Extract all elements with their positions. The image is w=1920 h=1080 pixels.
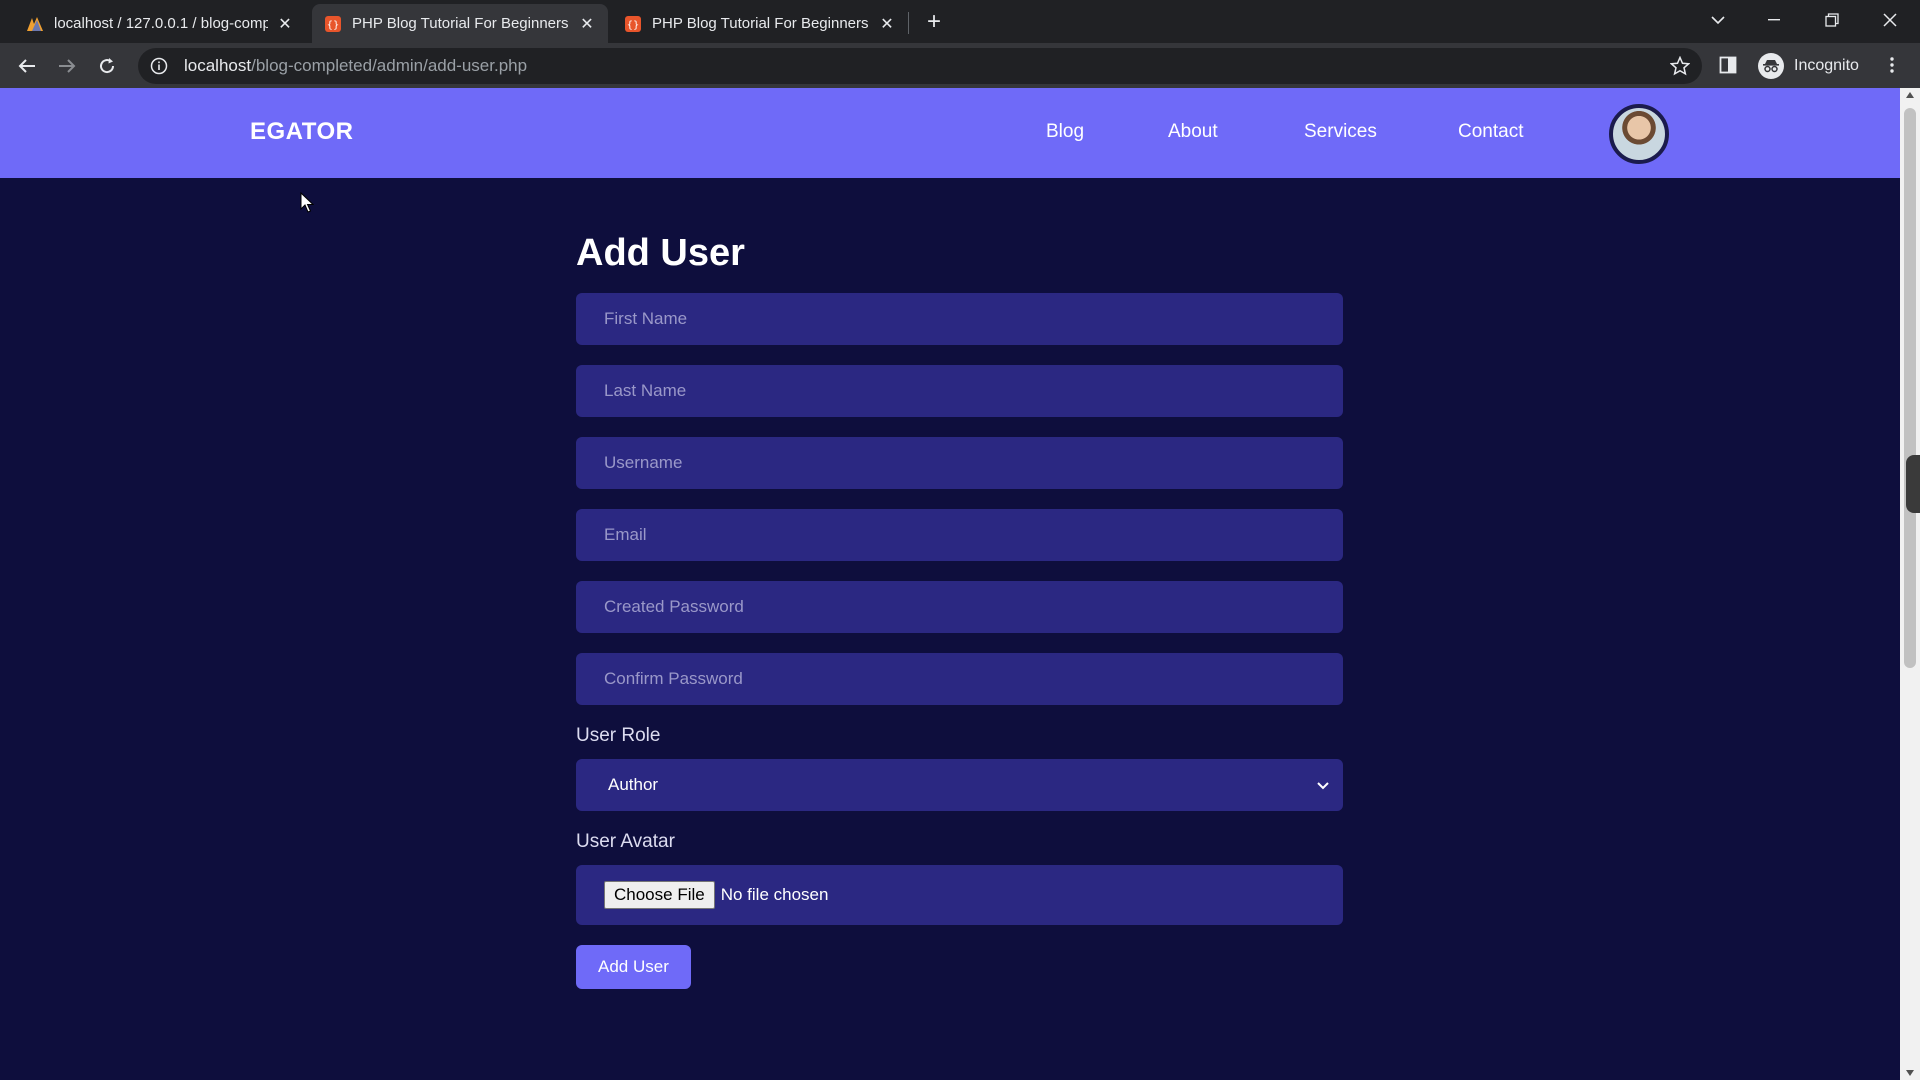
user-avatar-label: User Avatar	[576, 831, 675, 852]
browser-tab-blog-active[interactable]: {} PHP Blog Tutorial For Beginners ✕	[312, 4, 608, 43]
minimize-icon[interactable]	[1746, 0, 1802, 40]
menu-kebab-icon[interactable]	[1880, 53, 1904, 77]
svg-text:{}: {}	[327, 20, 340, 31]
reload-icon[interactable]	[92, 51, 122, 81]
chevron-down-icon	[1317, 782, 1329, 790]
scroll-down-icon[interactable]	[1906, 1070, 1914, 1076]
restore-icon[interactable]	[1804, 0, 1860, 40]
tab-title: PHP Blog Tutorial For Beginners	[352, 15, 569, 32]
add-user-form: Add User First Name Last Name Username E…	[576, 232, 1343, 989]
browser-toolbar: localhost/blog-completed/admin/add-user.…	[0, 43, 1920, 88]
svg-text:{}: {}	[627, 20, 640, 31]
page-scrollbar[interactable]	[1900, 88, 1920, 1080]
user-role-value: Author	[608, 775, 659, 794]
tab-divider	[908, 12, 909, 34]
url-path: /blog-completed/admin/add-user.php	[251, 56, 528, 75]
nav-link-contact[interactable]: Contact	[1458, 121, 1523, 143]
bookmark-star-icon[interactable]	[1669, 55, 1691, 76]
nav-link-services[interactable]: Services	[1304, 121, 1377, 143]
add-user-button[interactable]: Add User	[576, 945, 691, 989]
incognito-indicator[interactable]: Incognito	[1752, 49, 1873, 82]
site-logo[interactable]: EGATOR	[250, 118, 353, 146]
user-role-label: User Role	[576, 725, 661, 746]
url-host: localhost	[184, 56, 252, 75]
new-tab-icon[interactable]: +	[920, 8, 948, 36]
html-icon: {}	[624, 15, 642, 33]
tab-title: localhost / 127.0.0.1 / blog-comp	[54, 15, 268, 32]
username-input[interactable]: Username	[576, 437, 1343, 489]
browser-tab-strip: localhost / 127.0.0.1 / blog-comp ✕ {} P…	[0, 0, 1920, 43]
page-title: Add User	[576, 232, 745, 274]
first-name-input[interactable]: First Name	[576, 293, 1343, 345]
tab-search-icon[interactable]	[1690, 0, 1746, 40]
phpmyadmin-icon	[26, 15, 44, 33]
profile-avatar[interactable]	[1609, 104, 1669, 164]
side-panel-icon[interactable]	[1716, 53, 1740, 77]
tab-title: PHP Blog Tutorial For Beginners	[652, 15, 869, 32]
address-bar[interactable]: localhost/blog-completed/admin/add-user.…	[138, 48, 1702, 84]
nav-link-about[interactable]: About	[1168, 121, 1218, 143]
last-name-input[interactable]: Last Name	[576, 365, 1343, 417]
mouse-cursor-icon	[300, 192, 314, 213]
site-navbar: EGATOR Blog About Services Contact	[0, 88, 1900, 178]
window-close-icon[interactable]	[1862, 0, 1918, 40]
info-icon[interactable]	[150, 57, 168, 75]
choose-file-button[interactable]: Choose File	[604, 881, 715, 909]
close-icon[interactable]: ✕	[578, 15, 596, 33]
back-icon[interactable]	[12, 51, 42, 81]
incognito-label: Incognito	[1794, 56, 1859, 74]
browser-tab-phpmyadmin[interactable]: localhost / 127.0.0.1 / blog-comp ✕	[14, 4, 306, 43]
nav-link-blog[interactable]: Blog	[1046, 121, 1084, 143]
avatar-file-input[interactable]: Choose File No file chosen	[576, 865, 1343, 925]
forward-icon[interactable]	[52, 51, 82, 81]
scroll-up-icon[interactable]	[1906, 92, 1914, 98]
confirm-password-input[interactable]: Confirm Password	[576, 653, 1343, 705]
close-icon[interactable]: ✕	[276, 15, 294, 33]
user-role-select[interactable]: Author	[576, 759, 1343, 811]
email-input[interactable]: Email	[576, 509, 1343, 561]
browser-tab-blog[interactable]: {} PHP Blog Tutorial For Beginners ✕	[612, 4, 908, 43]
page-viewport: EGATOR Blog About Services Contact Add U…	[0, 88, 1900, 1080]
scrollbar-thumb[interactable]	[1904, 108, 1916, 668]
file-status-text: No file chosen	[720, 885, 829, 904]
incognito-icon	[1758, 52, 1784, 79]
html-icon: {}	[324, 15, 342, 33]
created-password-input[interactable]: Created Password	[576, 581, 1343, 633]
side-panel-handle[interactable]	[1906, 455, 1920, 513]
close-icon[interactable]: ✕	[878, 15, 896, 33]
